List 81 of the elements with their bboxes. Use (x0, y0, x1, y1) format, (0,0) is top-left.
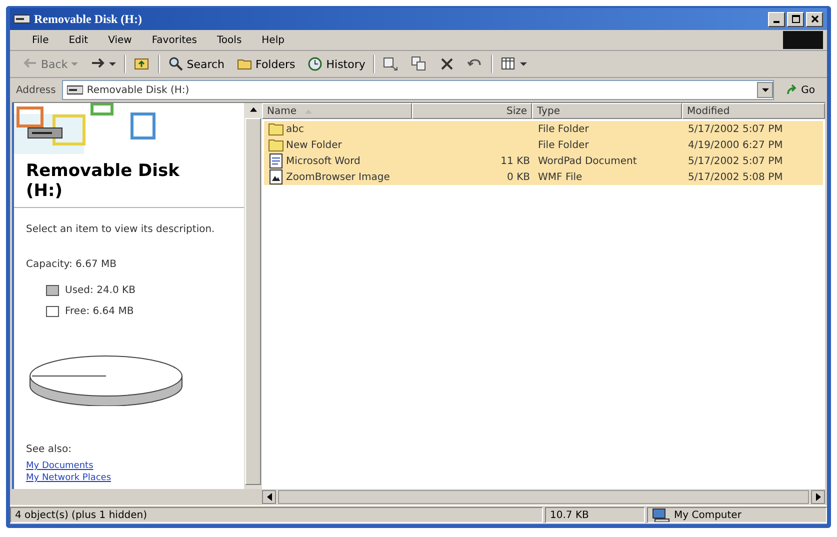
left-arrow-icon (266, 493, 272, 501)
scroll-left-button[interactable] (262, 490, 276, 504)
maximize-button[interactable] (787, 12, 804, 26)
clock-icon (307, 56, 324, 72)
free-space-text: Free: 6.64 MB (65, 306, 134, 317)
delete-icon (439, 56, 456, 72)
vertical-scrollbar[interactable] (244, 103, 262, 489)
file-modified: 5/17/2002 5:07 PM (688, 124, 783, 134)
arrow-icon (786, 84, 798, 96)
horizontal-scrollbar[interactable] (262, 489, 825, 505)
file-type: WMF File (538, 172, 582, 182)
file-name: ZoomBrowser Image (286, 172, 390, 182)
menu-item[interactable]: Edit (68, 34, 88, 46)
capacity-text: Capacity: 6.67 MB (25, 258, 118, 272)
description-text: Select an item to view its description. (25, 223, 216, 235)
address-field[interactable]: Removable Disk (H:) (62, 80, 774, 100)
used-space-text: Used: 24.0 KB (65, 285, 136, 296)
menu-item[interactable]: File (32, 34, 49, 46)
document-icon (268, 153, 284, 169)
copy-to-icon (411, 56, 428, 72)
file-modified: 4/19/2000 6:27 PM (688, 140, 783, 150)
scroll-thumb[interactable] (278, 490, 809, 504)
link[interactable]: My Documents (14, 461, 244, 473)
used-swatch-icon (46, 285, 59, 296)
column-header[interactable]: Type (532, 103, 682, 119)
link[interactable]: My Network Places (14, 473, 244, 485)
minimize-button[interactable] (768, 12, 785, 26)
file-name: abc (286, 124, 304, 134)
up-arrow-icon (250, 107, 256, 112)
column-header[interactable]: Modified (682, 103, 825, 119)
menu-item[interactable]: View (108, 34, 132, 46)
status-object-count: 4 object(s) (plus 1 hidden) (10, 507, 543, 523)
free-swatch-icon (46, 306, 59, 317)
computer-icon (652, 508, 670, 522)
file-name: Microsoft Word (286, 156, 360, 166)
status-zone: My Computer (647, 507, 827, 523)
caret-icon (108, 62, 116, 66)
history-button[interactable]: History (303, 54, 370, 74)
file-type: File Folder (538, 124, 589, 134)
status-size: 10.7 KB (545, 507, 645, 523)
go-button[interactable]: Go (780, 84, 821, 96)
address-label: Address (16, 84, 56, 96)
minimize-icon (773, 21, 780, 23)
window-title: Removable Disk (H:) (34, 12, 143, 26)
file-row[interactable]: ZoomBrowser Image 0 KB WMF File 5/17/2002 5:08 PM (264, 169, 823, 185)
image-file-icon (268, 169, 284, 185)
caret-icon (520, 62, 528, 66)
folder-up-icon (134, 56, 150, 72)
file-type: File Folder (538, 140, 589, 150)
menu-item[interactable]: Favorites (152, 34, 198, 46)
dropdown-button[interactable] (757, 82, 774, 98)
sort-arrow-icon (304, 108, 312, 114)
menu-item[interactable]: Help (262, 34, 284, 46)
search-button[interactable]: Search (164, 54, 229, 74)
file-size: 0 KB (507, 172, 530, 182)
drive-icon (66, 85, 83, 95)
file-modified: 5/17/2002 5:07 PM (688, 156, 783, 166)
file-row[interactable]: abc File Folder 5/17/2002 5:07 PM (264, 121, 823, 137)
column-header[interactable]: Name (262, 103, 412, 119)
menu-item[interactable]: Tools (217, 34, 242, 46)
column-header[interactable]: Size (412, 103, 532, 119)
file-modified: 5/17/2002 5:08 PM (688, 172, 783, 182)
move-to-icon (383, 56, 400, 72)
windows-logo-icon (783, 31, 823, 49)
folders-button[interactable]: Folders (232, 54, 300, 74)
file-row[interactable]: New Folder File Folder 4/19/2000 6:27 PM (264, 137, 823, 153)
drive-icon (14, 14, 30, 24)
close-icon (810, 14, 820, 24)
file-type: WordPad Document (538, 156, 637, 166)
see-also-label: See also: (25, 444, 72, 457)
file-row[interactable]: Microsoft Word 11 KB WordPad Document 5/17/2002 5:07 PM (264, 153, 823, 169)
views-icon (501, 56, 518, 72)
maximize-icon (790, 14, 800, 24)
file-size: 11 KB (500, 156, 530, 166)
close-button[interactable] (806, 12, 823, 26)
right-arrow-icon (816, 493, 820, 501)
caret-icon (70, 62, 78, 66)
scroll-right-button[interactable] (811, 490, 825, 504)
file-name: New Folder (286, 140, 342, 150)
search-icon (168, 56, 184, 72)
caret-icon (762, 88, 769, 92)
